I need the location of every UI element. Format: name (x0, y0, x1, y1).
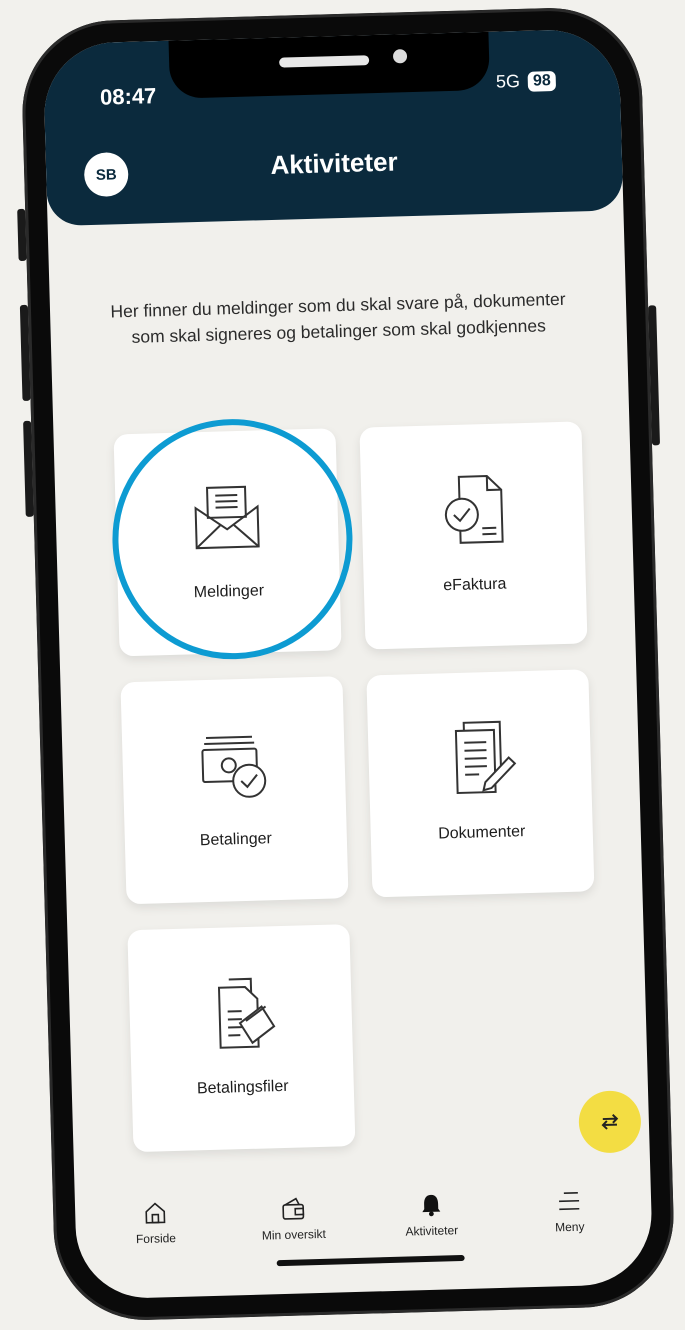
invoice-check-icon (444, 475, 504, 544)
bottom-navigation: Forside Min oversikt Aktiviteter Meny (95, 1186, 633, 1281)
status-indicators: 5G 98 (495, 70, 557, 93)
tile-label: eFaktura (443, 575, 507, 595)
phone-mockup: 08:47 5G 98 SB Aktiviteter Her finner du… (17, 5, 677, 1323)
tile-label: Betalingsfiler (196, 1077, 289, 1098)
app-screen: 08:47 5G 98 SB Aktiviteter Her finner du… (42, 28, 654, 1300)
tile-betalinger[interactable]: Betalinger (120, 676, 349, 905)
tile-betalingsfiler[interactable]: Betalingsfiler (127, 924, 356, 1153)
nav-label: Min oversikt (261, 1226, 327, 1243)
swap-arrows-icon (601, 1114, 619, 1130)
page-title: Aktiviteter (270, 146, 398, 180)
nav-aktiviteter[interactable]: Aktiviteter (371, 1190, 492, 1239)
document-sign-icon (454, 720, 517, 795)
tile-dokumenter[interactable]: Dokumenter (366, 669, 595, 898)
menu-icon (559, 1191, 580, 1211)
wallet-icon (282, 1197, 305, 1220)
nav-label: Meny (554, 1219, 585, 1235)
nav-min-oversikt[interactable]: Min oversikt (233, 1194, 354, 1243)
home-icon (145, 1202, 166, 1224)
phone-notch (168, 31, 491, 99)
status-time: 08:47 (99, 83, 157, 110)
nav-label: Forside (135, 1231, 177, 1247)
network-label: 5G (495, 70, 521, 92)
money-check-icon (201, 735, 267, 798)
nav-label: Aktiviteter (405, 1223, 459, 1239)
bell-icon (422, 1194, 441, 1217)
front-camera (392, 49, 408, 64)
speaker-grille (279, 55, 370, 68)
tile-label: Dokumenter (437, 823, 526, 843)
nav-forside[interactable]: Forside (95, 1198, 216, 1247)
nav-meny[interactable]: Meny (509, 1186, 630, 1235)
payment-files-icon (217, 977, 276, 1049)
tile-label: Betalinger (199, 830, 273, 850)
tile-efaktura[interactable]: eFaktura (359, 421, 588, 650)
battery-level: 98 (527, 70, 557, 92)
intro-text: Her finner du meldinger som du skal svar… (110, 288, 566, 347)
swap-fab-button[interactable] (578, 1090, 642, 1154)
